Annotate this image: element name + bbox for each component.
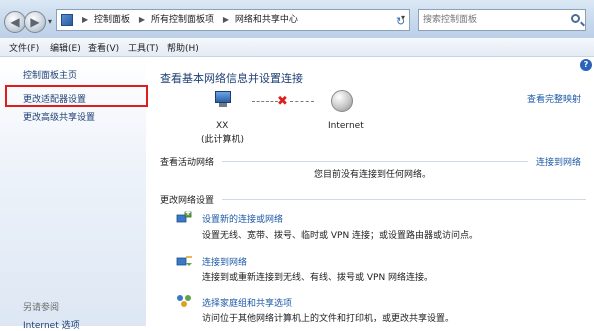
menu-bar: 文件(F) 编辑(E) 查看(V) 工具(T) 帮助(H) (0, 38, 594, 57)
menu-edit[interactable]: 编辑(E) (50, 41, 81, 54)
connection-line (290, 101, 314, 102)
see-also-title: 另请参阅 (23, 303, 60, 313)
computer-name: XX (216, 121, 229, 131)
menu-view[interactable]: 查看(V) (88, 41, 119, 54)
chevron-right-icon[interactable]: ▶ (139, 15, 145, 24)
control-panel-icon (61, 14, 73, 26)
internet-label: Internet (328, 121, 364, 131)
menu-tools[interactable]: 工具(T) (128, 41, 159, 54)
chevron-right-icon[interactable]: ▶ (223, 15, 229, 24)
breadcrumb-item-all-items[interactable]: 所有控制面板项 (151, 15, 214, 25)
search-input[interactable] (423, 13, 565, 27)
homegroup-sharing-link[interactable]: 选择家庭组和共享选项 (202, 296, 292, 309)
new-connection-icon (176, 210, 192, 223)
no-connection-message: 您目前没有连接到任何网络。 (314, 170, 432, 180)
connect-network-icon (176, 256, 192, 266)
back-button[interactable]: ◀ (4, 11, 26, 33)
connection-line (252, 101, 278, 102)
setup-new-connection-link[interactable]: 设置新的连接或网络 (202, 212, 283, 225)
connect-to-network-task-link[interactable]: 连接到网络 (202, 255, 247, 268)
sidebar-item-change-adapter-settings[interactable]: 更改适配器设置 (23, 92, 86, 105)
homegroup-icon (177, 295, 191, 307)
computer-icon[interactable] (212, 91, 234, 109)
disconnected-x-icon[interactable]: ✖ (277, 94, 288, 109)
internet-globe-icon[interactable] (331, 90, 353, 112)
sidebar-item-advanced-sharing[interactable]: 更改高级共享设置 (23, 110, 95, 123)
recent-pages-dropdown[interactable]: ▾ (48, 17, 52, 26)
breadcrumb: ▶ 控制面板 ▶ 所有控制面板项 ▶ 网络和共享中心 (79, 13, 301, 27)
setup-new-connection-desc: 设置无线、宽带、拨号、临时或 VPN 连接；或设置路由器或访问点。 (202, 231, 479, 241)
section-divider (222, 199, 586, 200)
chevron-right-icon[interactable]: ▶ (82, 15, 88, 24)
homegroup-sharing-desc: 访问位于其他网络计算机上的文件和打印机，或更改共享设置。 (202, 314, 455, 324)
breadcrumb-item-network-center[interactable]: 网络和共享中心 (235, 15, 298, 25)
address-bar-region: ◀ ▶ ▾ ▶ 控制面板 ▶ 所有控制面板项 ▶ 网络和共享中心 ▾ ↻ (0, 0, 594, 38)
refresh-icon[interactable]: ↻ (396, 15, 405, 28)
sidebar-item-internet-options[interactable]: Internet 选项 (23, 318, 80, 331)
menu-file[interactable]: 文件(F) (9, 41, 39, 54)
active-networks-title: 查看活动网络 (160, 158, 215, 168)
menu-help[interactable]: 帮助(H) (167, 41, 199, 54)
change-settings-title: 更改网络设置 (160, 196, 215, 206)
page-title: 查看基本网络信息并设置连接 (160, 72, 303, 85)
search-icon[interactable] (571, 14, 580, 23)
breadcrumb-item-control-panel[interactable]: 控制面板 (94, 15, 130, 25)
view-full-map-link[interactable]: 查看完整映射 (527, 92, 581, 105)
forward-button[interactable]: ▶ (24, 11, 46, 33)
connect-to-network-link[interactable]: 连接到网络 (536, 155, 581, 168)
connect-to-network-desc: 连接到或重新连接到无线、有线、拨号或 VPN 网络连接。 (202, 273, 434, 283)
address-bar[interactable]: ▶ 控制面板 ▶ 所有控制面板项 ▶ 网络和共享中心 ▾ (56, 9, 410, 31)
computer-subtitle: (此计算机) (201, 135, 245, 145)
search-box[interactable] (418, 9, 586, 31)
sidebar-item-control-panel-home[interactable]: 控制面板主页 (23, 68, 77, 81)
section-divider (222, 161, 528, 162)
help-icon[interactable]: ? (580, 59, 592, 71)
